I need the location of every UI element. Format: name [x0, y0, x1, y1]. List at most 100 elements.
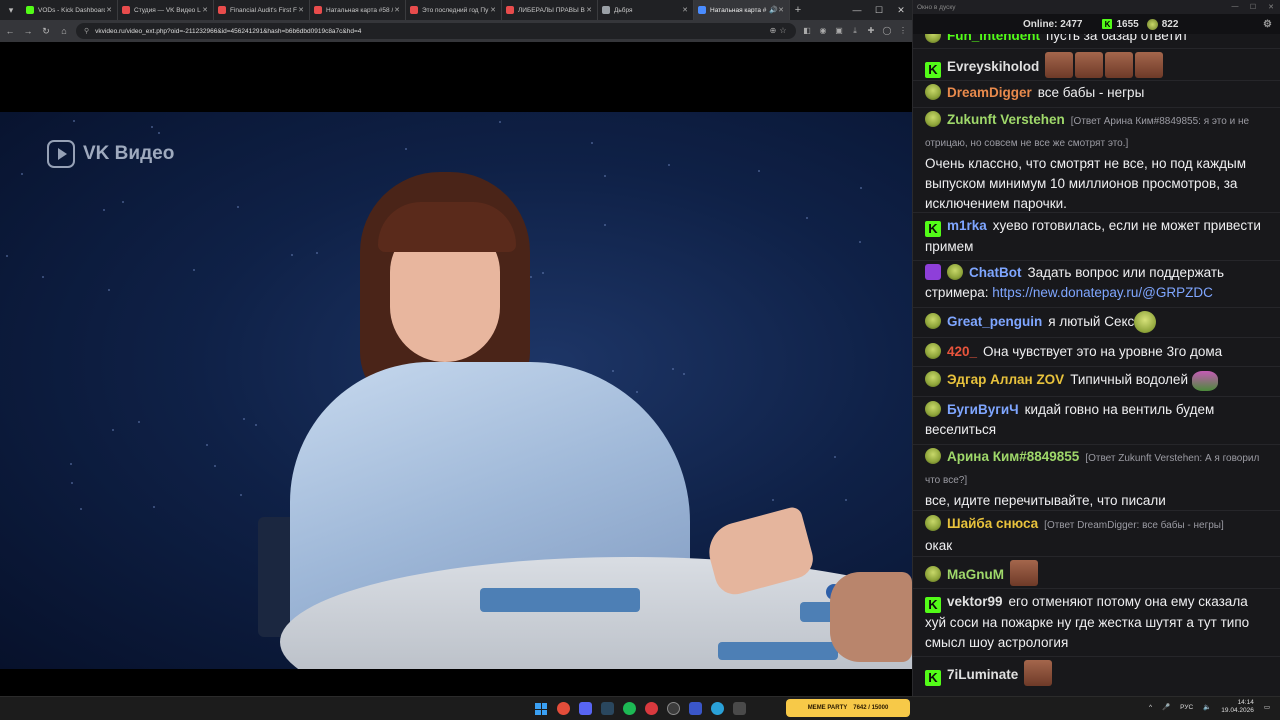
tab-search-icon[interactable]: ▾ — [4, 3, 18, 17]
tab-2[interactable]: Financial Audit's First F ✕ — [214, 0, 310, 20]
chat-username[interactable]: vektor99 — [947, 594, 1003, 609]
download-icon[interactable]: ⤓ — [850, 26, 860, 36]
windows-start-icon[interactable] — [535, 703, 547, 715]
clock[interactable]: 14:14 19.04.2026 — [1221, 699, 1254, 715]
close-icon[interactable]: ✕ — [393, 6, 401, 14]
tab-favicon — [122, 6, 130, 14]
spotify-icon[interactable] — [623, 702, 636, 715]
profile-icon[interactable]: ◯ — [882, 26, 892, 36]
close-icon[interactable]: ✕ — [201, 6, 209, 14]
puzzle-icon[interactable]: ✚ — [866, 26, 876, 36]
reload-icon[interactable]: ↻ — [40, 26, 52, 37]
minimize-icon[interactable]: — — [846, 5, 868, 16]
chat-username[interactable]: Эдгар Аллан ZOV — [947, 372, 1064, 387]
microphone-icon[interactable]: 🎤 — [1162, 703, 1170, 711]
tab-0[interactable]: VODs - Kick Dashboard ✕ — [22, 0, 118, 20]
divider — [913, 260, 1280, 261]
star-dot — [243, 418, 245, 420]
home-icon[interactable]: ⌂ — [58, 26, 70, 36]
extension-icon[interactable]: ◉ — [818, 26, 828, 36]
forward-icon[interactable]: → — [22, 26, 34, 36]
video-player[interactable]: VK Видео — [0, 112, 912, 669]
chat-window-title: Окно в дуску — [917, 3, 956, 11]
chat-username[interactable]: Great_penguin — [947, 314, 1042, 329]
back-icon[interactable]: ← — [4, 26, 16, 36]
chat-username[interactable]: DreamDigger — [947, 85, 1032, 100]
maximize-icon[interactable]: ☐ — [868, 5, 890, 16]
notification-icon[interactable]: ▭ — [1264, 703, 1270, 711]
chrome-icon[interactable] — [557, 702, 570, 715]
divider — [913, 396, 1280, 397]
app-icon[interactable] — [689, 702, 702, 715]
chat-username[interactable]: ChatBot — [969, 265, 1022, 280]
discord-icon[interactable] — [579, 702, 592, 715]
close-icon[interactable]: ✕ — [489, 6, 497, 14]
chat-username[interactable]: 420_ — [947, 344, 977, 359]
new-tab-button[interactable]: + — [790, 4, 806, 16]
close-window-icon[interactable]: ✕ — [1262, 3, 1280, 11]
chat-username[interactable]: Evreyskiholod — [947, 59, 1039, 74]
chat-username[interactable]: 7iLuminate — [947, 667, 1018, 682]
close-icon[interactable]: ✕ — [585, 6, 593, 14]
close-window-icon[interactable]: ✕ — [890, 5, 912, 16]
minimize-icon[interactable]: — — [1226, 3, 1244, 11]
app-icon[interactable] — [733, 702, 746, 715]
close-icon[interactable]: ✕ — [681, 6, 689, 14]
pepe-badge-icon — [925, 34, 941, 43]
pepe-badge-icon — [947, 264, 963, 280]
chat-text: все, идите перечитывайте, что писали — [925, 493, 1166, 508]
settings-gear-icon[interactable]: ⚙ — [1263, 19, 1272, 30]
obs-icon[interactable] — [667, 702, 680, 715]
chat-message-list[interactable]: Fun_intendent пусть за базар ответит K Evr… — [913, 34, 1280, 690]
steam-icon[interactable] — [601, 702, 614, 715]
language-indicator[interactable]: РУС — [1180, 704, 1193, 711]
divider — [913, 48, 1280, 49]
bookmark-star-icon[interactable]: ☆ — [778, 26, 788, 36]
extension-icon[interactable]: ▣ — [834, 26, 844, 36]
star-dot — [806, 217, 808, 219]
tab-favicon — [698, 6, 706, 14]
telegram-icon[interactable] — [711, 702, 724, 715]
close-icon[interactable]: ✕ — [297, 6, 305, 14]
tab-7-active[interactable]: Натальная карта # 🔊 ✕ — [694, 0, 790, 20]
divider — [913, 588, 1280, 589]
close-icon[interactable]: ✕ — [777, 6, 785, 14]
window-controls: — ☐ ✕ — [1226, 3, 1280, 11]
app-icon[interactable] — [645, 702, 658, 715]
tab-favicon — [314, 6, 322, 14]
chat-username[interactable]: Арина Ким#8849855 — [947, 449, 1079, 464]
star-dot — [405, 148, 407, 150]
tab-1[interactable]: Студия — VK Видео Live✕ — [118, 0, 214, 20]
menu-icon[interactable]: ⋮ — [898, 26, 908, 36]
maximize-icon[interactable]: ☐ — [1244, 3, 1262, 11]
star-dot — [845, 499, 847, 501]
chat-username[interactable]: Zukunft Verstehen — [947, 112, 1065, 127]
close-icon[interactable]: ✕ — [105, 6, 113, 14]
tab-favicon — [506, 6, 514, 14]
chat-username[interactable]: Fun_intendent — [947, 34, 1040, 43]
chat-username[interactable]: Шайба снюса — [947, 516, 1038, 531]
tab-6[interactable]: Дьбря ✕ — [598, 0, 694, 20]
tab-3[interactable]: Натальная карта #58 /✕ — [310, 0, 406, 20]
clock-date: 19.04.2026 — [1221, 707, 1254, 714]
face-emote-icon — [1105, 52, 1134, 78]
speaker-icon[interactable]: 🔈 — [1203, 703, 1211, 711]
zoom-icon[interactable]: ⊕ — [768, 26, 778, 36]
pepe-badge-icon — [925, 566, 941, 582]
site-info-icon[interactable]: ⚲ — [84, 27, 89, 35]
url-input[interactable]: ⚲ vkvideo.ru/video_ext.php?oid=-21123296… — [76, 23, 796, 39]
donate-link[interactable]: https://new.donatepay.ru/@GRPZDC — [992, 285, 1213, 300]
tray-chevron-icon[interactable]: ^ — [1149, 704, 1152, 711]
pepe-icon — [1146, 18, 1158, 30]
meme-party-widget[interactable]: MEME PARTY 7642 / 15000 — [786, 699, 910, 717]
tab-5[interactable]: ЛИБЕРАЛЫ ПРАВЫ ВО ✕ — [502, 0, 598, 20]
chat-username[interactable]: MaGnuM — [947, 567, 1004, 582]
chat-username[interactable]: m1rka — [947, 218, 987, 233]
speaker-icon[interactable]: 🔊 — [769, 6, 778, 14]
star-dot — [103, 209, 105, 211]
tab-4[interactable]: Это последний год Пу ✕ — [406, 0, 502, 20]
chat-username[interactable]: БугиВугиЧ — [947, 402, 1019, 417]
extension-icon[interactable]: ◧ — [802, 26, 812, 36]
chat-window: Окно в дуску — ☐ ✕ Online: 2477 K 1655 82… — [912, 0, 1280, 696]
kick-badge-icon: K — [925, 62, 941, 78]
